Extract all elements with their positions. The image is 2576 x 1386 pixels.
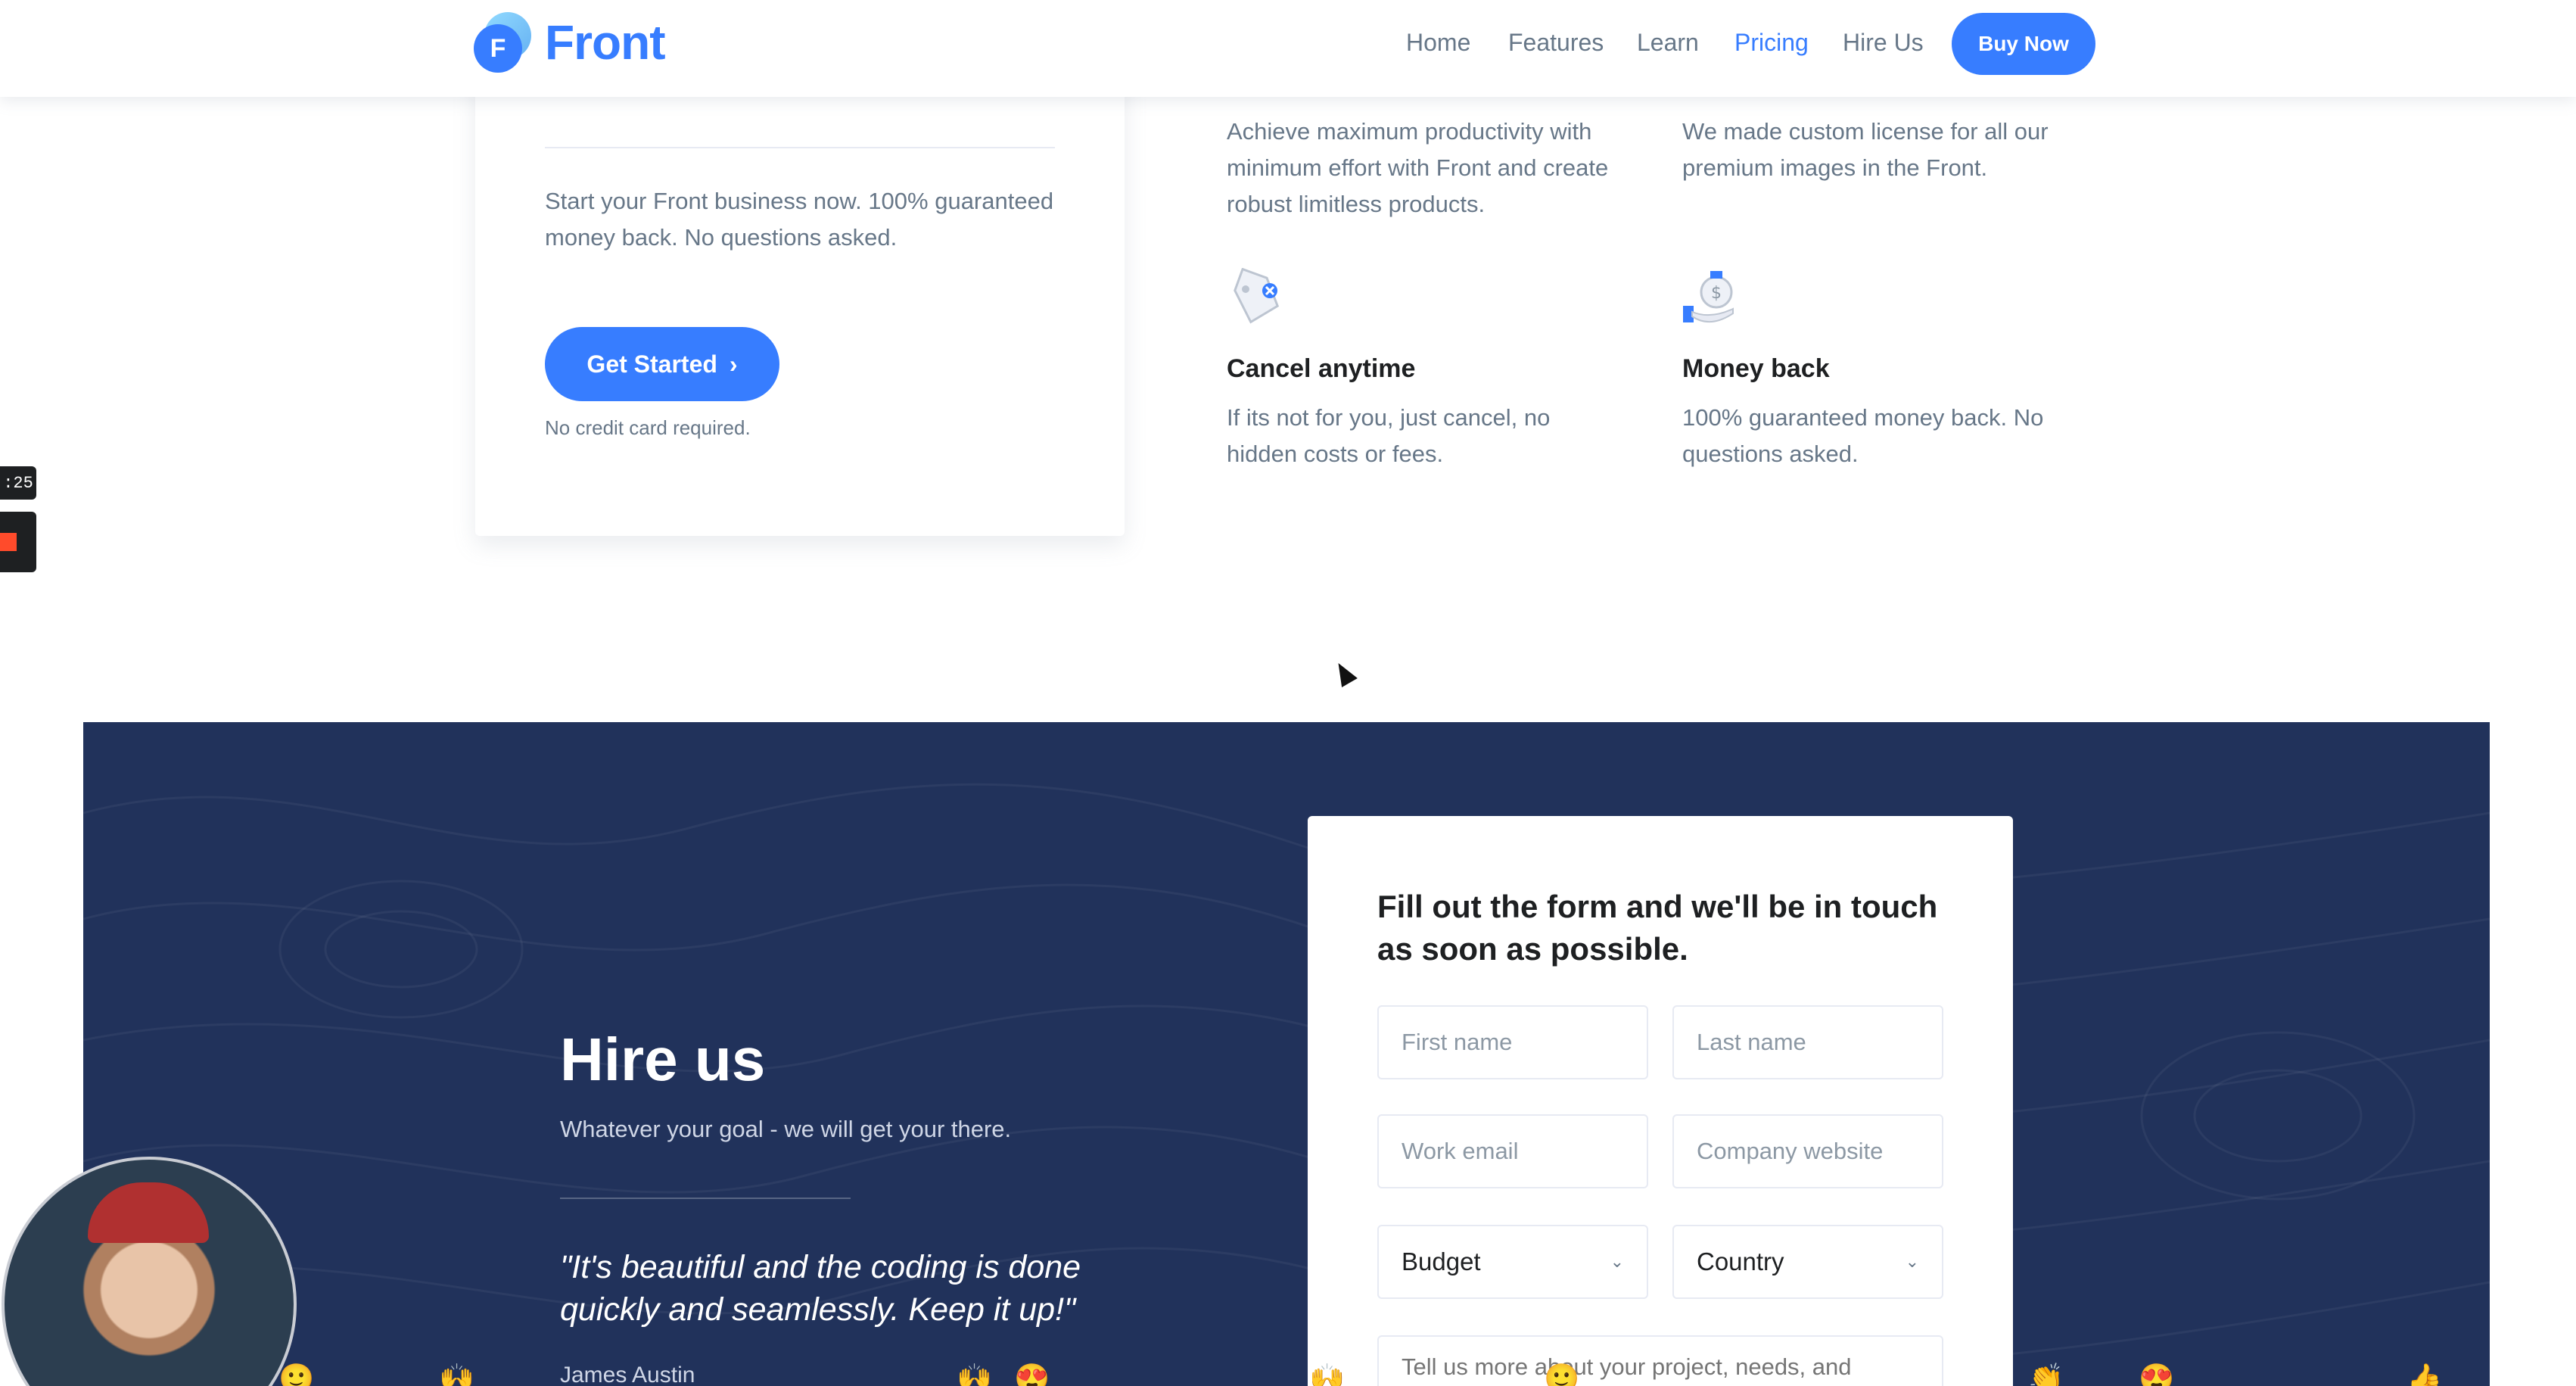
divider: [560, 1198, 851, 1199]
hire-us-section: Hire us Whatever your goal - we will get…: [83, 722, 2490, 1386]
money-bag-icon: $: [1683, 271, 1734, 322]
emoji-reaction-icon: 👏: [2028, 1363, 2064, 1386]
get-started-label: Get Started: [586, 350, 717, 378]
emoji-reaction-icon: 😍: [2139, 1363, 2175, 1386]
budget-select[interactable]: Budget ⌄: [1377, 1225, 1648, 1299]
no-credit-card-note: No credit card required.: [545, 416, 751, 439]
contact-form: Fill out the form and we'll be in touch …: [1308, 816, 2013, 1386]
svg-text:$: $: [1711, 284, 1722, 303]
company-website-field[interactable]: [1672, 1114, 1943, 1188]
country-select-label: Country: [1697, 1247, 1784, 1275]
emoji-reaction-icon: 🙂: [1544, 1363, 1580, 1386]
top-navbar: F Front Home Features Learn Pricing Hire…: [0, 0, 2576, 97]
nav-pricing[interactable]: Pricing: [1734, 29, 1809, 57]
recording-timer: :25: [0, 466, 36, 500]
nav-hire-us[interactable]: Hire Us: [1843, 29, 1924, 57]
chevron-right-icon: ›: [729, 350, 738, 378]
tag-cancel-icon: [1234, 268, 1280, 324]
feature-cancel-title: Cancel anytime: [1227, 354, 1416, 383]
logo-icon: F: [474, 12, 534, 73]
work-email-field[interactable]: [1377, 1114, 1648, 1188]
get-started-button[interactable]: Get Started ›: [545, 327, 779, 401]
feature-cancel-text: If its not for you, just cancel, no hidd…: [1227, 404, 1551, 467]
country-select[interactable]: Country ⌄: [1672, 1225, 1943, 1299]
nav-home[interactable]: Home: [1406, 29, 1470, 57]
emoji-reaction-icon: 🙂: [278, 1363, 315, 1386]
stop-icon: [0, 533, 17, 551]
project-details-textarea[interactable]: [1377, 1335, 1943, 1386]
form-title: Fill out the form and we'll be in touch …: [1377, 889, 1938, 967]
emoji-reaction-icon: 😍: [1014, 1363, 1050, 1386]
pricing-card: Start your Front business now. 100% guar…: [475, 45, 1125, 536]
brand-logo[interactable]: F Front: [474, 12, 665, 73]
budget-select-label: Budget: [1402, 1247, 1481, 1275]
emoji-reaction-icon: 👍: [2406, 1363, 2443, 1386]
hire-us-subtitle: Whatever your goal - we will get your th…: [560, 1116, 1012, 1142]
pricing-description: Start your Front business now. 100% guar…: [545, 188, 1054, 251]
chevron-down-icon: ⌄: [1610, 1252, 1624, 1271]
topographic-background: [83, 783, 2490, 1369]
first-name-field[interactable]: [1377, 1005, 1648, 1079]
feature-productivity-text: Achieve maximum productivity with minimu…: [1227, 118, 1609, 217]
testimonial-author: James Austin: [560, 1363, 695, 1386]
mouse-cursor-icon: [1330, 659, 1358, 687]
feature-license-text: We made custom license for all our premi…: [1682, 118, 2049, 181]
logo-text: Front: [545, 15, 665, 70]
nav-learn[interactable]: Learn: [1637, 29, 1699, 57]
presenter-cap: [88, 1182, 209, 1243]
emoji-reaction-icon: 🙌: [1309, 1363, 1346, 1386]
chevron-down-icon: ⌄: [1905, 1252, 1919, 1271]
hire-us-title: Hire us: [560, 1026, 766, 1093]
stop-recording-button[interactable]: [0, 512, 36, 572]
feature-money-back-text: 100% guaranteed money back. No questions…: [1682, 404, 2044, 467]
nav-features[interactable]: Features: [1508, 29, 1604, 57]
buy-now-button[interactable]: Buy Now: [1952, 13, 2095, 75]
divider: [545, 147, 1055, 148]
feature-money-back-title: Money back: [1682, 354, 1830, 383]
emoji-reaction-icon: 🙌: [439, 1363, 475, 1386]
emoji-reaction-icon: 🙌: [957, 1363, 993, 1386]
testimonial-quote: "It's beautiful and the coding is done q…: [560, 1249, 1081, 1328]
last-name-field[interactable]: [1672, 1005, 1943, 1079]
